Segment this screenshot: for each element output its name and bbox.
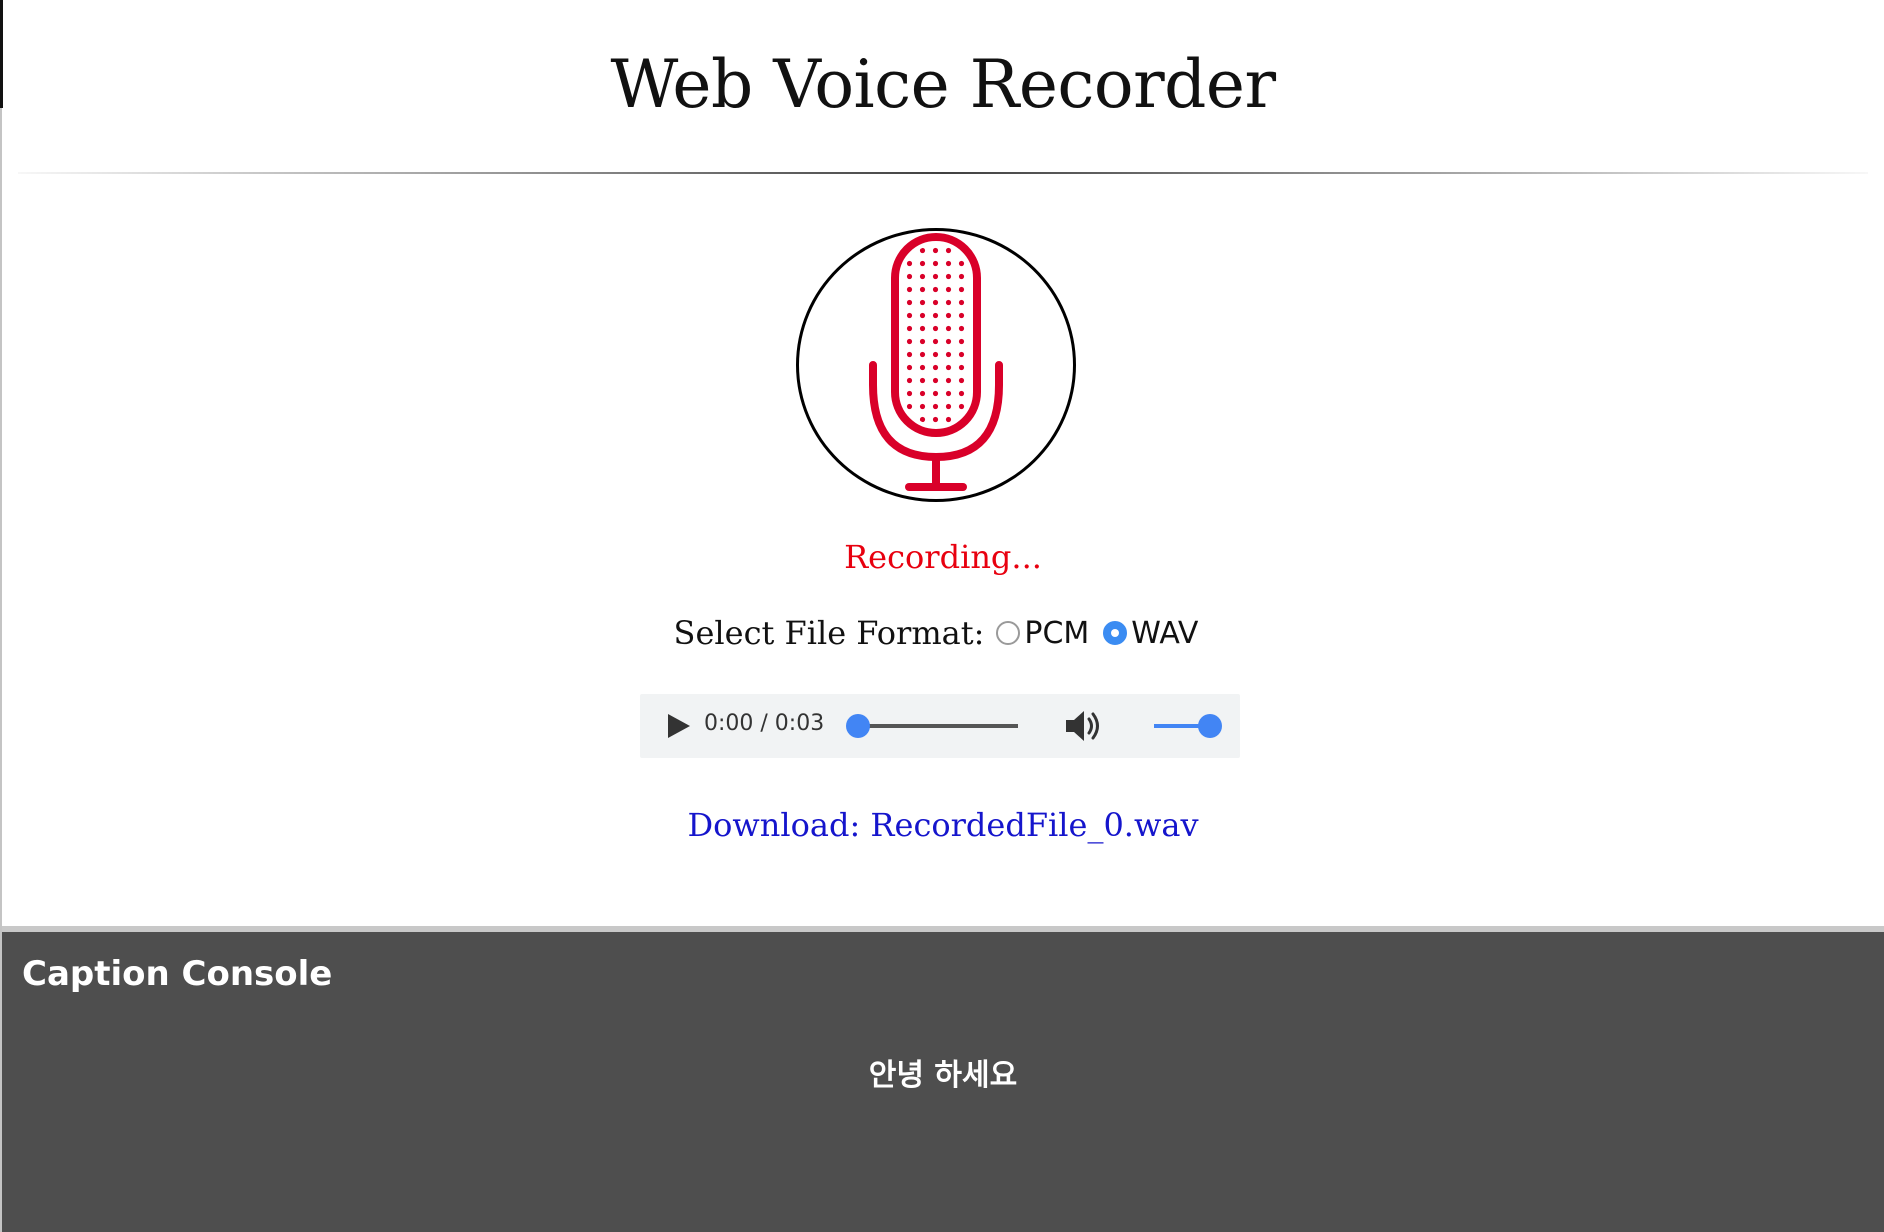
volume-icon[interactable]: [1064, 708, 1106, 744]
audio-player: 0:00 / 0:03: [640, 694, 1240, 758]
caption-console-title: Caption Console: [22, 954, 333, 994]
playback-time: 0:00 / 0:03: [704, 711, 825, 736]
header: Web Voice Recorder: [2, 0, 1884, 174]
page-title: Web Voice Recorder: [610, 46, 1276, 123]
wav-radio[interactable]: [1103, 621, 1128, 645]
download-link[interactable]: Download: RecordedFile_0.wav: [2, 806, 1884, 844]
caption-console: Caption Console 안녕 하세요: [2, 926, 1884, 1232]
wav-radio-label[interactable]: WAV: [1131, 616, 1198, 651]
play-icon[interactable]: [664, 712, 692, 740]
file-format-label: Select File Format:: [673, 614, 985, 652]
volume-slider[interactable]: [1154, 714, 1222, 738]
page: Web Voice Recorder Recording... Select F…: [0, 0, 1884, 1232]
header-divider: [18, 172, 1868, 174]
pcm-radio[interactable]: [996, 621, 1021, 645]
volume-thumb[interactable]: [1198, 714, 1222, 738]
caption-text: 안녕 하세요: [868, 1058, 1018, 1093]
record-button[interactable]: [796, 228, 1076, 502]
seek-slider[interactable]: [846, 714, 1018, 738]
pcm-radio-label[interactable]: PCM: [1024, 616, 1089, 651]
file-format-selector: Select File Format: PCM WAV: [2, 614, 1884, 652]
recording-status: Recording...: [844, 538, 1042, 576]
seek-thumb[interactable]: [846, 714, 870, 738]
microphone-icon: [869, 233, 1003, 491]
